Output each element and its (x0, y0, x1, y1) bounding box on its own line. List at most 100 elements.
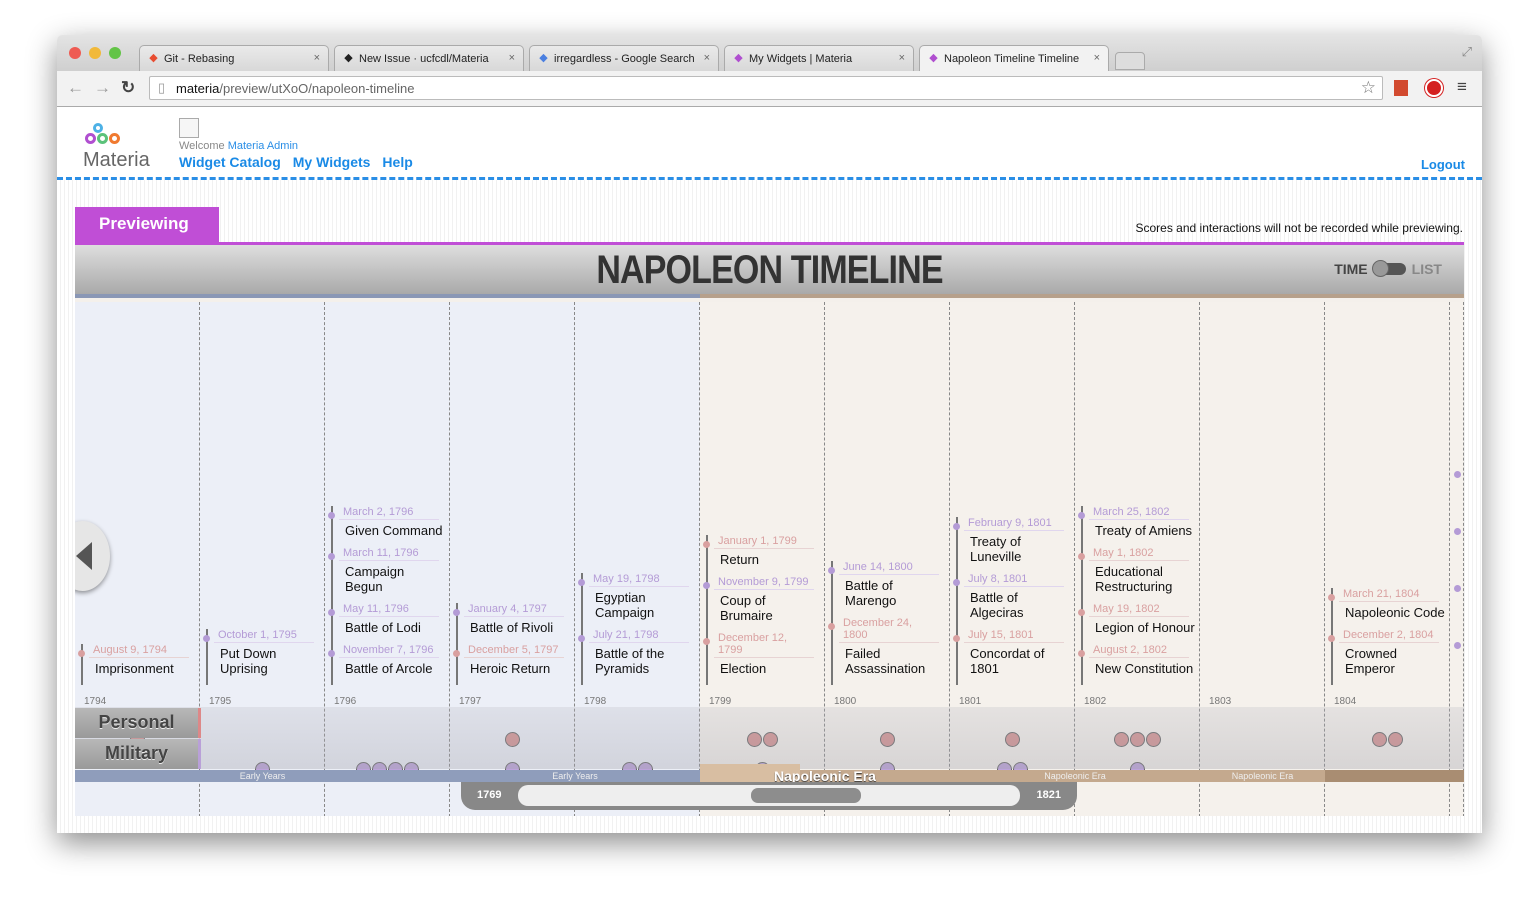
timeline-event[interactable]: January 4, 1797 Battle of Rivoli (453, 603, 574, 644)
personal-event-marker[interactable] (1004, 731, 1020, 747)
scroll-thumb[interactable] (751, 788, 861, 803)
event-date: May 19, 1798 (589, 573, 689, 587)
personal-event-marker[interactable] (1387, 731, 1403, 747)
timeline-event[interactable]: January 1, 1799 Return (703, 535, 824, 576)
menu-icon[interactable]: ≡ (1457, 77, 1467, 97)
minimize-window-button[interactable] (89, 47, 101, 59)
site-header: Materia Welcome Materia Admin Widget Cat… (57, 107, 1482, 180)
timeline-event[interactable]: May 1, 1802 Educational Restructuring (1078, 547, 1199, 603)
personal-markers (1325, 724, 1449, 754)
personal-markers (450, 724, 574, 754)
personal-markers (1200, 724, 1324, 754)
event-title: Battle of Algeciras (970, 590, 1024, 620)
personal-event-marker[interactable] (504, 731, 520, 747)
nav-widget-catalog[interactable]: Widget Catalog (179, 154, 281, 170)
timeline-event[interactable]: December 24, 1800 Failed Assassination (828, 617, 949, 685)
timeline-event[interactable]: December 2, 1804 Crowned Emperor (1328, 629, 1449, 685)
view-toggle[interactable]: TIME LIST (1334, 260, 1442, 277)
back-button[interactable]: ← (67, 78, 84, 98)
event-dot[interactable] (1454, 642, 1461, 649)
timeline-event[interactable]: March 21, 1804 Napoleonic Code (1328, 588, 1449, 629)
timeline-event[interactable]: November 7, 1796 Battle of Arcole (328, 644, 449, 685)
event-title: Napoleonic Code (1345, 605, 1445, 620)
timeline-event[interactable]: May 11, 1796 Battle of Lodi (328, 603, 449, 644)
timeline-event[interactable]: May 19, 1798 Egyptian Campaign (578, 573, 699, 629)
timeline-event[interactable]: November 9, 1799 Coup of Brumaire (703, 576, 824, 632)
nav-my-widgets[interactable]: My Widgets (293, 154, 371, 170)
logout-link[interactable]: Logout (1421, 157, 1465, 172)
year-label: 1798 (584, 696, 607, 707)
personal-event-marker[interactable] (1113, 731, 1129, 747)
close-tab-icon[interactable]: × (1094, 52, 1100, 64)
event-dot (328, 650, 335, 657)
event-dot (953, 523, 960, 530)
browser-tab[interactable]: ◆ Napoleon Timeline Timeline × (919, 45, 1109, 71)
personal-event-marker[interactable] (1145, 731, 1161, 747)
url-input[interactable]: ▯ materia/preview/utXoO/napoleon-timeline… (149, 76, 1383, 100)
scroll-track[interactable] (518, 785, 1020, 806)
user-link[interactable]: Materia Admin (228, 140, 298, 152)
materia-logo-icon[interactable] (85, 123, 125, 145)
timeline-event[interactable]: June 14, 1800 Battle of Marengo (828, 561, 949, 617)
nav-help[interactable]: Help (382, 154, 412, 170)
personal-event-marker[interactable] (1129, 731, 1145, 747)
forward-button[interactable]: → (94, 78, 111, 98)
personal-event-marker[interactable] (1371, 731, 1387, 747)
timeline-event[interactable]: December 5, 1797 Heroic Return (453, 644, 574, 685)
timeline-event[interactable]: February 9, 1801 Treaty of Luneville (953, 517, 1074, 573)
timeline-event[interactable]: August 9, 1794 Imprisonment (78, 644, 199, 685)
toggle-time-label[interactable]: TIME (1334, 261, 1367, 277)
toggle-switch[interactable] (1371, 260, 1406, 277)
event-dot (828, 567, 835, 574)
event-dot (578, 579, 585, 586)
timeline-columns: August 9, 1794 Imprisonment 1794 October 1,… (75, 302, 1464, 816)
personal-event-marker[interactable] (746, 731, 762, 747)
browser-tab[interactable]: ◆ New Issue · ucfcdl/Materia × (334, 45, 524, 71)
event-dot (1328, 635, 1335, 642)
event-date: August 9, 1794 (89, 644, 189, 658)
extension-icon[interactable] (1394, 80, 1408, 96)
event-dot (1078, 512, 1085, 519)
personal-event-marker[interactable] (879, 731, 895, 747)
timeline-event[interactable]: July 15, 1801 Concordat of 1801 (953, 629, 1074, 685)
year-label: 1795 (209, 696, 232, 707)
new-tab-button[interactable] (1115, 52, 1145, 70)
close-tab-icon[interactable]: × (509, 52, 515, 64)
reload-button[interactable]: ↻ (121, 78, 135, 98)
event-stack: March 21, 1804 Napoleonic Code December 2,… (1325, 588, 1449, 685)
timeline-scrollbar[interactable]: 1769 1821 (461, 782, 1077, 810)
scroll-start-year: 1769 (477, 789, 502, 801)
browser-tab[interactable]: ◆ irregardless - Google Search × (529, 45, 719, 71)
personal-event-marker[interactable] (762, 731, 778, 747)
browser-tab[interactable]: ◆ My Widgets | Materia × (724, 45, 914, 71)
timeline-event[interactable]: July 21, 1798 Battle of the Pyramids (578, 629, 699, 685)
materia-logo-text[interactable]: Materia (83, 149, 150, 172)
close-window-button[interactable] (69, 47, 81, 59)
timeline-event[interactable]: March 25, 1802 Treaty of Amiens (1078, 506, 1199, 547)
event-stack: February 9, 1801 Treaty of Luneville July … (950, 517, 1074, 685)
browser-tab[interactable]: ◆ Git - Rebasing × (139, 45, 329, 71)
timeline-event[interactable]: December 12, 1799 Election (703, 632, 824, 685)
close-tab-icon[interactable]: × (314, 52, 320, 64)
timeline-event[interactable]: May 19, 1802 Legion of Honour (1078, 603, 1199, 644)
event-dot (1078, 609, 1085, 616)
bookmark-star-icon[interactable]: ☆ (1361, 78, 1376, 98)
event-dot[interactable] (1454, 585, 1461, 592)
timeline-event[interactable]: March 2, 1796 Given Command (328, 506, 449, 547)
event-stack: June 14, 1800 Battle of Marengo December 2… (825, 561, 949, 685)
toggle-list-label[interactable]: LIST (1412, 261, 1442, 277)
event-dot (578, 635, 585, 642)
event-dot (703, 541, 710, 548)
timeline-event[interactable]: March 11, 1796 Campaign Begun (328, 547, 449, 603)
adblock-icon[interactable] (1425, 79, 1443, 97)
event-dot[interactable] (1454, 471, 1461, 478)
timeline-event[interactable]: August 2, 1802 New Constitution (1078, 644, 1199, 685)
event-dot[interactable] (1454, 528, 1461, 535)
close-tab-icon[interactable]: × (899, 52, 905, 64)
timeline-event[interactable]: October 1, 1795 Put Down Uprising (203, 629, 324, 685)
timeline-event[interactable]: July 8, 1801 Battle of Algeciras (953, 573, 1074, 629)
event-date: October 1, 1795 (214, 629, 314, 643)
maximize-window-button[interactable] (109, 47, 121, 59)
close-tab-icon[interactable]: × (704, 52, 710, 64)
fullscreen-icon[interactable]: ⤢ (1462, 44, 1472, 60)
